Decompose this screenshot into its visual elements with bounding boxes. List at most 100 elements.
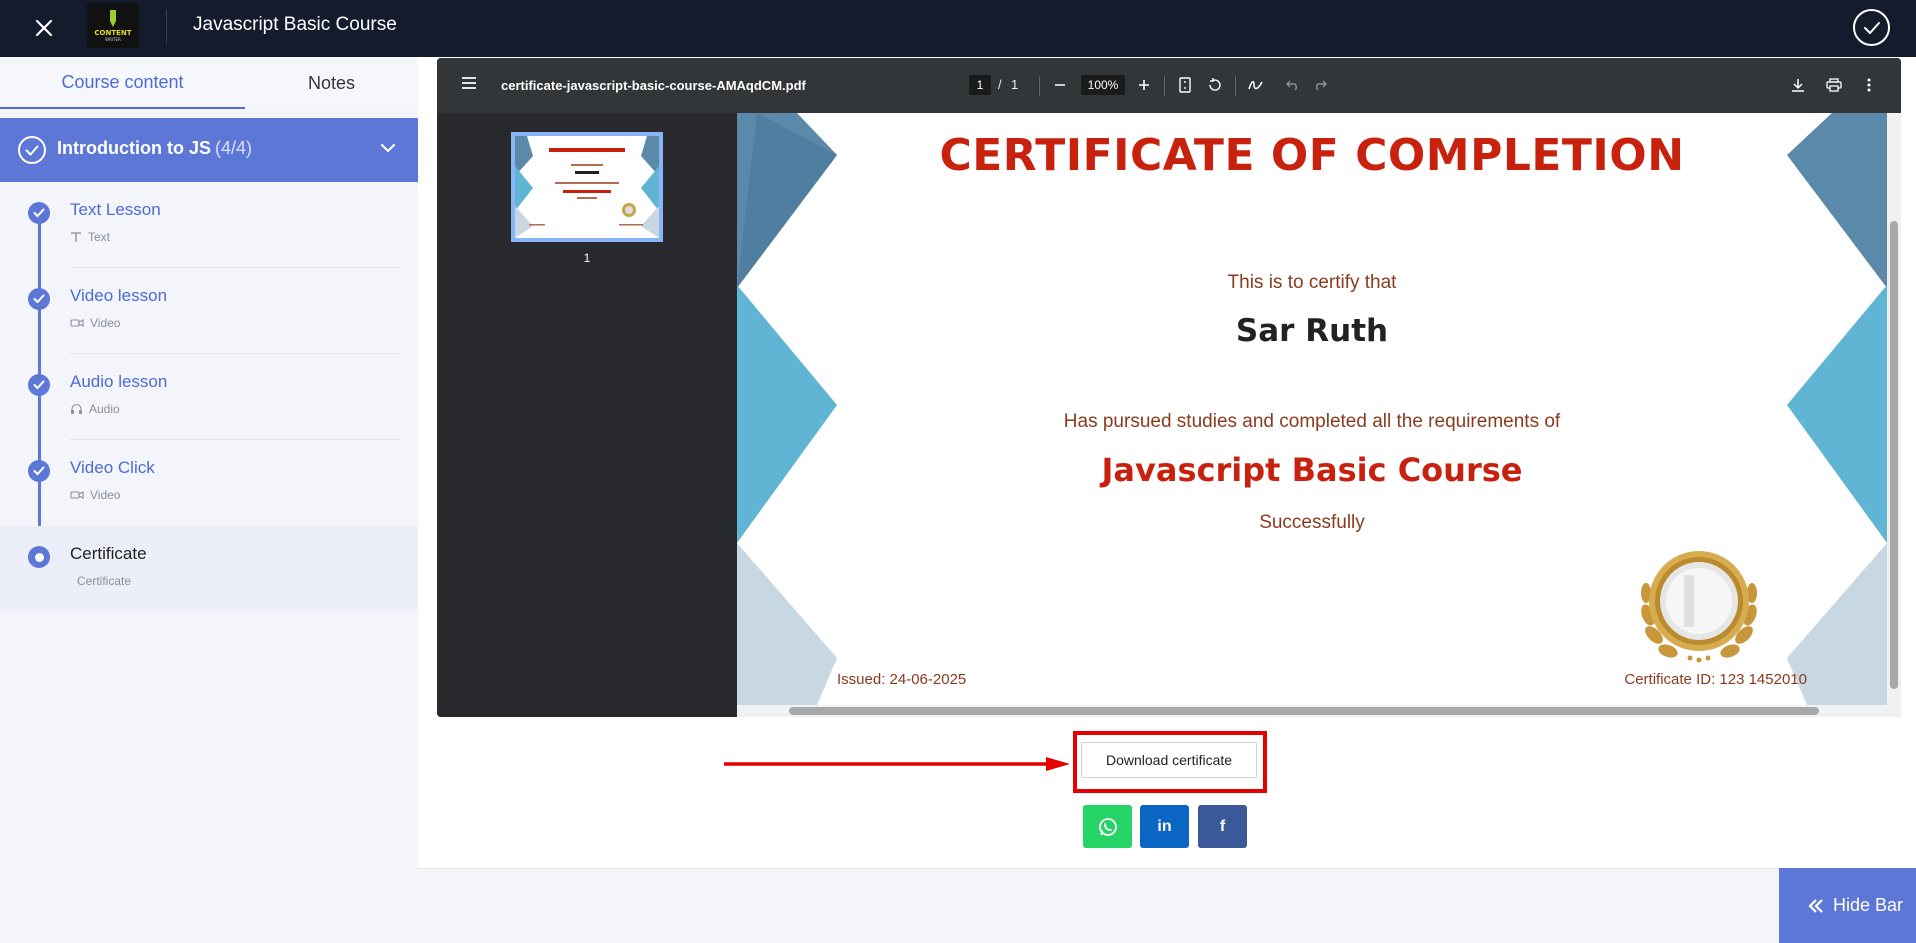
section-title: Introduction to JS (4/4) — [57, 138, 252, 159]
close-button[interactable] — [30, 14, 58, 42]
pdf-toolbar: certificate-javascript-basic-course-AMAq… — [437, 58, 1901, 113]
pdf-filename: certificate-javascript-basic-course-AMAq… — [501, 78, 806, 93]
draw-icon — [1248, 80, 1263, 90]
lesson-type: Video — [70, 316, 120, 330]
check-icon — [28, 288, 50, 310]
lesson-type-label: Certificate — [77, 574, 132, 588]
download-certificate-button[interactable]: Download certificate — [1081, 742, 1257, 778]
video-icon — [70, 319, 84, 327]
lesson-type: Video — [70, 488, 120, 502]
fit-page-icon — [1179, 77, 1191, 93]
section-complete-icon — [18, 136, 46, 164]
lesson-item[interactable]: Video Click Video — [0, 440, 418, 526]
print-button[interactable] — [1823, 74, 1845, 96]
course-title: Javascript Basic Course — [193, 14, 397, 35]
certify-text: This is to certify that — [1227, 272, 1397, 293]
section-title-text: Introduction to JS — [57, 138, 211, 158]
lesson-item[interactable]: Audio lesson Audio — [0, 354, 418, 440]
video-icon — [70, 491, 84, 499]
lesson-item[interactable]: Text Lesson Text — [0, 182, 418, 268]
lesson-type-label: Audio — [89, 402, 120, 416]
logo-subtext: WRITER — [105, 37, 121, 42]
minus-icon — [1055, 84, 1065, 86]
more-vert-icon — [1867, 78, 1871, 92]
section-introduction-to-js[interactable]: Introduction to JS (4/4) — [0, 118, 418, 182]
hide-bar-button[interactable]: Hide Bar — [1779, 868, 1916, 943]
horizontal-scrollbar[interactable] — [737, 705, 1901, 717]
zoom-in-button[interactable] — [1133, 74, 1155, 96]
share-whatsapp-button[interactable] — [1083, 805, 1132, 848]
tab-notes[interactable]: Notes — [245, 57, 418, 109]
menu-icon — [462, 77, 476, 89]
certificate-title: CERTIFICATE OF COMPLETION — [939, 130, 1685, 181]
tab-course-content[interactable]: Course content — [0, 57, 245, 109]
pen-icon — [110, 10, 116, 27]
vertical-scrollbar[interactable] — [1887, 113, 1901, 705]
check-icon — [28, 202, 50, 224]
zoom-level-input[interactable]: 100% — [1081, 75, 1125, 95]
lesson-item-certificate[interactable]: Certificate Certificate — [0, 526, 418, 612]
headphones-icon — [71, 403, 82, 414]
page-thumbnail[interactable] — [511, 132, 663, 242]
zoom-out-button[interactable] — [1049, 74, 1071, 96]
current-lesson-icon — [28, 546, 50, 568]
menu-button[interactable] — [461, 76, 477, 95]
rotate-button[interactable] — [1204, 74, 1226, 96]
fit-page-button[interactable] — [1174, 74, 1196, 96]
undo-icon — [1286, 80, 1297, 91]
share-facebook-button[interactable]: f — [1198, 805, 1247, 848]
scroll-thumb[interactable] — [1890, 221, 1898, 689]
lesson-title: Video Click — [70, 458, 155, 477]
redo-button[interactable] — [1309, 74, 1331, 96]
check-icon — [25, 145, 39, 155]
brand-logo: CONTENT WRITER — [87, 3, 139, 48]
toolbar-divider — [1164, 76, 1165, 96]
share-linkedin-button[interactable]: in — [1140, 805, 1189, 848]
section-count: (4/4) — [214, 138, 252, 158]
thumbnail-page-number: 1 — [583, 251, 591, 265]
whatsapp-icon — [1098, 817, 1117, 836]
undo-button[interactable] — [1282, 74, 1304, 96]
close-icon — [35, 19, 53, 37]
download-pdf-button[interactable] — [1787, 74, 1809, 96]
course-sidebar: Course content Notes Introduction to JS(… — [0, 57, 418, 943]
lesson-item[interactable]: Video lesson Video — [0, 268, 418, 354]
pdf-viewer: certificate-javascript-basic-course-AMAq… — [437, 58, 1901, 717]
lesson-title: Audio lesson — [70, 372, 168, 391]
annotate-button[interactable] — [1245, 74, 1267, 96]
gold-seal-icon — [1641, 551, 1757, 663]
toolbar-divider — [1235, 76, 1236, 96]
lesson-type: Audio — [70, 402, 120, 416]
pdf-thumbnail-panel: 1 — [437, 113, 737, 717]
check-icon — [28, 374, 50, 396]
lesson-title: Text Lesson — [70, 200, 161, 219]
page-separator: / — [998, 77, 1002, 92]
hide-bar-label: Hide Bar — [1833, 895, 1904, 915]
download-icon — [1792, 79, 1804, 92]
page-number-input[interactable]: 1 — [969, 75, 991, 95]
lesson-type-label: Text — [88, 230, 111, 244]
check-icon — [1863, 21, 1880, 34]
page-total: 1 — [1011, 77, 1019, 92]
text-icon — [71, 232, 81, 242]
lesson-type-label: Video — [90, 488, 121, 502]
issued-date: Issued: 24-06-2025 — [837, 671, 967, 688]
lesson-title: Video lesson — [70, 286, 168, 305]
top-bar: CONTENT WRITER Javascript Basic Course — [0, 0, 1916, 57]
rotate-icon — [1209, 78, 1221, 91]
scroll-thumb[interactable] — [789, 707, 1819, 715]
logo-text: CONTENT — [94, 29, 132, 37]
success-text: Successfully — [1259, 512, 1365, 533]
thumbnail-preview — [515, 136, 659, 238]
linkedin-icon: in — [1157, 817, 1172, 835]
pursued-text: Has pursued studies and completed all th… — [1063, 411, 1561, 432]
lesson-type: Text — [70, 230, 110, 244]
topbar-divider — [166, 9, 167, 43]
certificate-id: Certificate ID: 123 1452010 — [1624, 671, 1807, 688]
certificate-course-name: Javascript Basic Course — [1101, 451, 1523, 489]
more-options-button[interactable] — [1858, 74, 1880, 96]
main-footer — [418, 868, 1916, 943]
double-chevron-left-icon — [1807, 898, 1825, 914]
facebook-icon: f — [1219, 817, 1226, 835]
complete-button[interactable] — [1853, 9, 1890, 46]
